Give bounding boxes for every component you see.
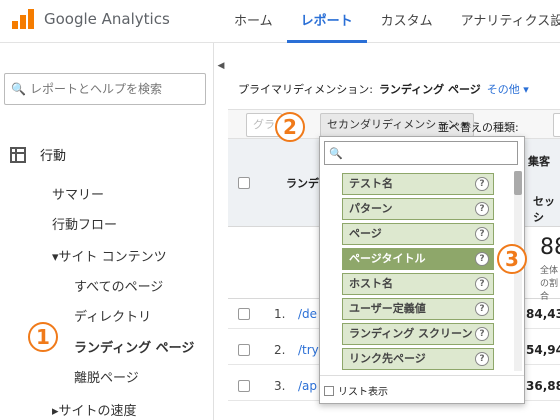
behavior-section-icon [10,146,26,163]
step-badge-1: 1 [28,322,58,352]
summary-percent-label: 全体の割合 [540,266,559,302]
row-page-link[interactable]: /ap [298,379,317,393]
logo[interactable]: Google Analytics [12,9,170,29]
collapse-sidebar-icon[interactable]: ◀ [214,56,228,76]
dimension-option[interactable]: ユーザー定義値 ? [342,298,494,320]
help-icon[interactable]: ? [475,277,489,291]
help-icon[interactable]: ? [475,252,489,266]
dimension-option-label: パターン [349,202,393,215]
dimension-option[interactable]: リンク先ページ ? [342,348,494,370]
sidebar-item-directory[interactable]: ディレクトリ [74,306,151,325]
row-page-link[interactable]: /try [298,343,319,357]
dropdown-scroll-thumb[interactable] [514,171,522,195]
sidebar-item-summary[interactable]: サマリー [52,184,104,203]
row-number: 3. [274,379,286,393]
main-nav: ホーム レポート カスタム アナリティクス設定 [220,0,560,43]
dimension-option-label: ホスト名 [349,277,393,290]
report-search-input[interactable] [29,82,205,96]
row-checkbox[interactable] [238,308,250,320]
sidebar-item-all-pages[interactable]: すべてのページ [74,276,163,295]
row-sessions-value: 36,88 [526,379,560,393]
behavior-section-label: 行動 [40,149,67,164]
acquisition-header: 集客 [528,155,550,168]
dimension-option[interactable]: テスト名 ? [342,173,494,195]
behavior-section[interactable]: 行動 [10,145,66,164]
help-icon[interactable]: ? [475,227,489,241]
row-number: 2. [274,343,286,357]
help-icon[interactable]: ? [475,302,489,316]
dimension-option-label: テスト名 [349,177,393,190]
help-icon[interactable]: ? [475,352,489,366]
dropdown-divider [320,375,524,376]
sort-type-select[interactable] [553,113,560,137]
dimension-search[interactable]: 🔍 [324,141,518,165]
primary-dimension-label: プライマリディメンション: [238,83,373,96]
dimension-option-label: ページタイトル [349,252,426,265]
list-view-toggle[interactable]: リスト表示 [324,383,388,398]
top-bar: Google Analytics ホーム レポート カスタム アナリティクス設定 [0,0,560,43]
report-search[interactable]: 🔍 [4,73,206,105]
dimension-option[interactable]: ランディング スクリーン ? [342,323,494,345]
tab-custom[interactable]: カスタム [367,0,447,43]
search-icon: 🔍 [11,82,26,96]
sessions-column-header[interactable]: セッシ [533,193,560,225]
dimension-option[interactable]: ホスト名 ? [342,273,494,295]
dimension-option-label: ページ [349,227,382,240]
row-page-link[interactable]: /de [298,307,317,321]
list-view-checkbox[interactable] [324,385,334,396]
dimension-option[interactable]: ページ ? [342,223,494,245]
summary-sessions-value: 88 [540,235,560,260]
step-badge-2: 2 [275,112,305,142]
step-badge-3: 3 [497,244,527,274]
row-number: 1. [274,307,286,321]
primary-dimension-value: ランディング ページ [378,83,481,96]
dimension-search-input[interactable] [345,147,516,159]
sidebar-item-behavior-flow[interactable]: 行動フロー [52,214,117,233]
help-icon[interactable]: ? [475,327,489,341]
list-view-label: リスト表示 [338,387,388,398]
tab-reports[interactable]: レポート [286,0,367,43]
dimension-option[interactable]: パターン ? [342,198,494,220]
dimension-option-selected[interactable]: ページタイトル ? [342,248,494,270]
other-dimension-link[interactable]: その他 ▾ [487,81,529,97]
row-sessions-value: 54,94 [526,343,560,357]
sidebar-item-exit-pages[interactable]: 離脱ページ [74,367,139,386]
row-sessions-value: 84,43 [526,307,560,321]
sidebar-item-landing-pages[interactable]: ランディング ページ [74,337,194,356]
ga-screen: Google Analytics ホーム レポート カスタム アナリティクス設定… [0,0,560,420]
sidebar: 🔍 行動 サマリー 行動フロー ▾サイト コンテンツ すべてのページ ディレクト… [0,43,214,420]
help-icon[interactable]: ? [475,202,489,216]
search-icon: 🔍 [329,146,343,160]
sort-type-label: 並べ替えの種類: [438,121,519,134]
sidebar-item-site-content[interactable]: ▾サイト コンテンツ [52,246,167,265]
tab-admin[interactable]: アナリティクス設定 [447,0,560,43]
row-checkbox[interactable] [238,344,250,356]
row-checkbox[interactable] [238,380,250,392]
analytics-logo-icon [12,9,36,29]
logo-text: Google Analytics [44,10,170,28]
dimension-option-label: ランディング スクリーン [349,327,473,340]
primary-dimension-row: プライマリディメンション: ランディング ページ その他 ▾ [238,81,529,97]
tab-home[interactable]: ホーム [220,0,287,43]
secondary-dimension-dropdown: 🔍 テスト名 ? パターン ? ページ ? ページタイトル ? ホスト名 ? ユ… [319,136,525,404]
select-all-checkbox[interactable] [238,177,250,189]
dimension-option-label: ユーザー定義値 [349,302,426,315]
dimension-option-label: リンク先ページ [349,352,426,365]
help-icon[interactable]: ? [475,177,489,191]
sidebar-item-site-speed[interactable]: ▸サイトの速度 [52,400,137,419]
